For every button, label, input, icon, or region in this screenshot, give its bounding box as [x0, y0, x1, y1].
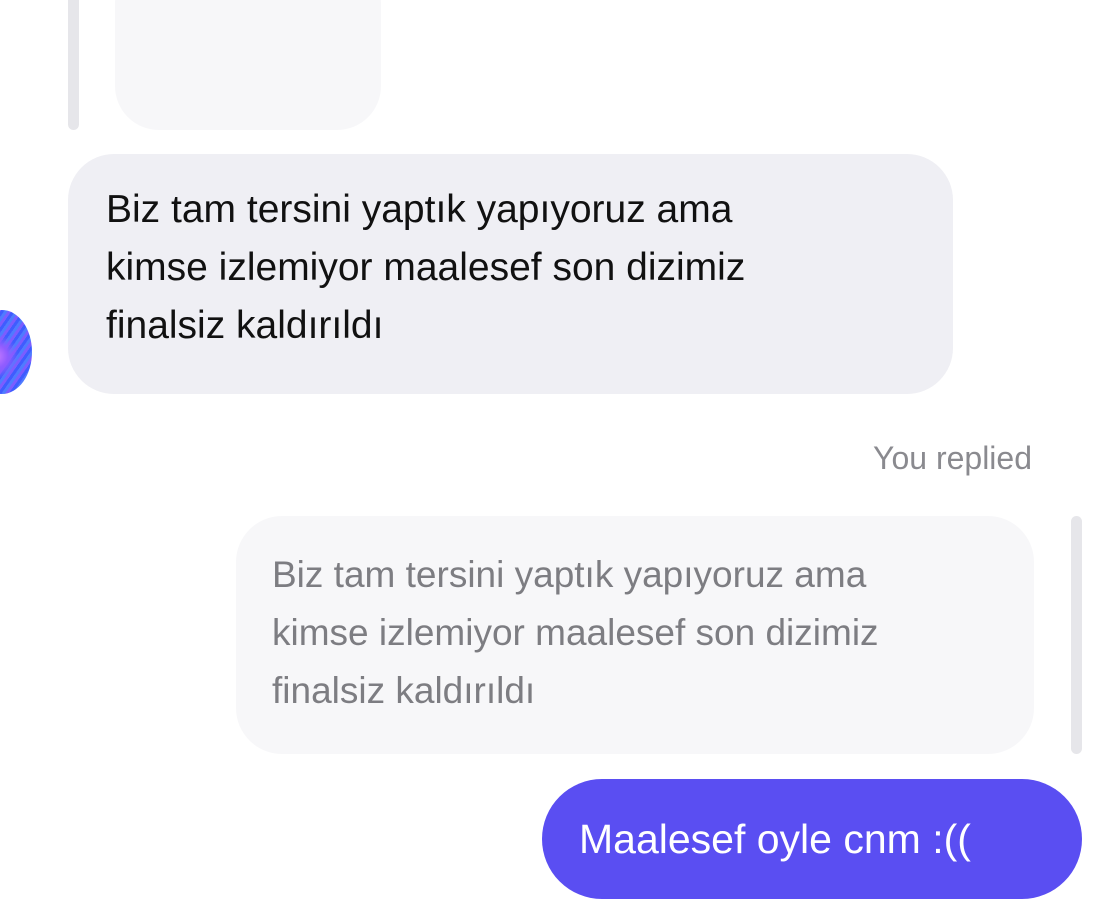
outgoing-message-text: Maalesef oyle cnm :(( — [579, 816, 971, 862]
you-replied-label: You replied — [873, 440, 1032, 476]
quoted-message-bubble-top[interactable] — [115, 0, 381, 130]
outgoing-message-bubble[interactable]: Maalesef oyle cnm :(( — [542, 779, 1082, 899]
avatar-image — [0, 310, 32, 394]
quoted-reply-bubble[interactable]: Biz tam tersini yaptık yapıyoruz ama kim… — [236, 516, 1034, 754]
quoted-reply-text: Biz tam tersini yaptık yapıyoruz ama kim… — [272, 554, 879, 711]
quote-indicator-bar-top — [68, 0, 79, 130]
sender-avatar[interactable] — [0, 310, 32, 394]
incoming-message-text: Biz tam tersini yaptık yapıyoruz ama kim… — [106, 188, 746, 347]
incoming-message-bubble[interactable]: Biz tam tersini yaptık yapıyoruz ama kim… — [68, 154, 953, 394]
quote-indicator-bar — [1071, 516, 1082, 754]
